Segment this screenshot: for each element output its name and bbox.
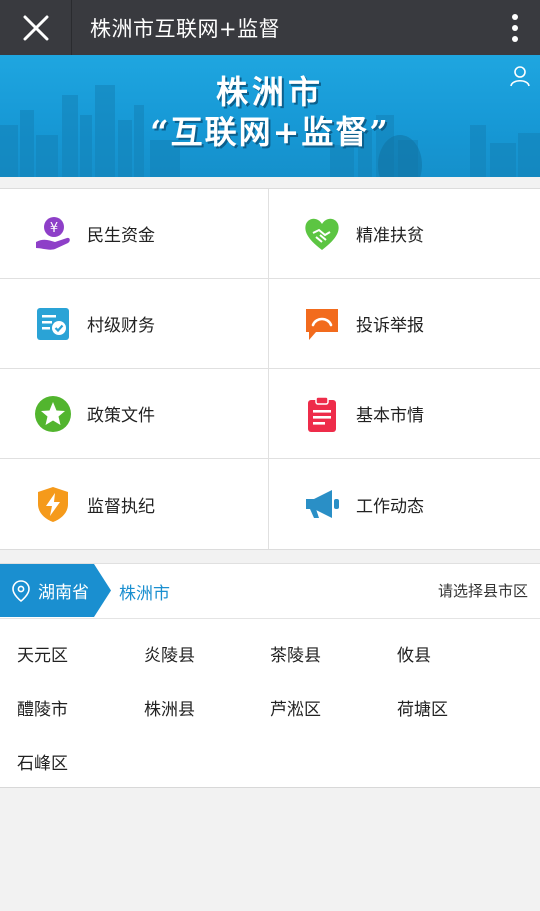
county-item[interactable]: 石峰区 — [17, 749, 68, 774]
province-tab[interactable]: 湖南省 — [0, 564, 112, 617]
function-menu-grid: ¥ 民生资金 精准扶贫 村级财务 投诉举报 政策文件 基本市情 监督执纪 工作动… — [0, 188, 540, 550]
close-button[interactable] — [0, 0, 72, 55]
svg-text:¥: ¥ — [50, 221, 58, 236]
menu-item-poverty-alleviation[interactable]: 精准扶贫 — [269, 189, 540, 279]
page-title: 株洲市互联网+监督 — [90, 16, 281, 41]
lightning-shield-icon — [33, 484, 73, 524]
menu-label: 监督执纪 — [87, 496, 155, 517]
menu-label: 工作动态 — [356, 496, 424, 517]
star-icon — [33, 394, 73, 434]
menu-item-city-overview[interactable]: 基本市情 — [269, 369, 540, 459]
region-selector: 湖南省 株洲市 请选择县市区 天元区 炎陵县 茶陵县 攸县 醴陵市 株洲县 芦淞… — [0, 563, 540, 788]
menu-label: 精准扶贫 — [356, 226, 424, 246]
county-item[interactable]: 醴陵市 — [17, 695, 68, 720]
top-nav-bar: 株洲市互联网+监督 — [0, 0, 540, 55]
location-pin-icon — [12, 580, 30, 602]
menu-label: 基本市情 — [356, 406, 424, 426]
county-item[interactable]: 炎陵县 — [144, 641, 195, 666]
county-item[interactable]: 茶陵县 — [270, 641, 321, 666]
banner: 株洲市 “互联网+监督” — [0, 55, 540, 177]
menu-label: 投诉举报 — [356, 316, 424, 336]
megaphone-icon — [302, 484, 342, 524]
county-item[interactable]: 荷塘区 — [397, 695, 448, 720]
menu-item-complaint-report[interactable]: 投诉举报 — [269, 279, 540, 369]
complaint-bubble-icon — [302, 304, 342, 344]
menu-label: 民生资金 — [87, 226, 155, 246]
more-vertical-icon — [512, 13, 518, 42]
close-icon — [23, 15, 48, 40]
select-county-prompt: 请选择县市区 — [437, 582, 528, 600]
county-item[interactable]: 株洲县 — [144, 695, 195, 720]
user-icon — [510, 66, 530, 87]
county-item[interactable]: 攸县 — [397, 641, 431, 666]
money-hand-icon: ¥ — [33, 214, 73, 254]
clipboard-icon — [302, 394, 342, 434]
menu-item-discipline-enforcement[interactable]: 监督执纪 — [0, 459, 269, 549]
city-label[interactable]: 株洲市 — [119, 579, 170, 604]
menu-label: 村级财务 — [87, 316, 155, 336]
more-options-button[interactable] — [490, 0, 540, 55]
menu-item-work-news[interactable]: 工作动态 — [269, 459, 540, 549]
region-breadcrumb: 湖南省 株洲市 请选择县市区 — [0, 564, 540, 619]
county-item[interactable]: 天元区 — [17, 641, 68, 666]
menu-label: 政策文件 — [87, 406, 155, 426]
county-item[interactable]: 芦淞区 — [270, 695, 321, 720]
heart-handshake-icon — [302, 214, 342, 254]
document-check-icon — [33, 304, 73, 344]
menu-item-village-finance[interactable]: 村级财务 — [0, 279, 269, 369]
menu-item-livelihood-funds[interactable]: ¥ 民生资金 — [0, 189, 269, 279]
user-profile-button[interactable] — [510, 65, 530, 91]
menu-item-policy-documents[interactable]: 政策文件 — [0, 369, 269, 459]
province-label: 湖南省 — [38, 583, 89, 603]
banner-title-line2: “互联网+监督” — [150, 113, 390, 151]
